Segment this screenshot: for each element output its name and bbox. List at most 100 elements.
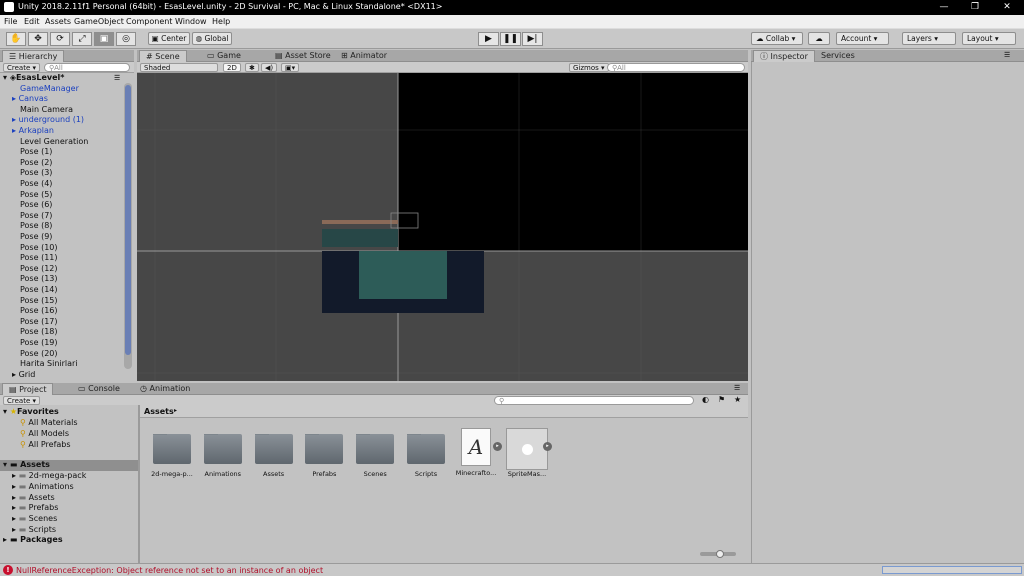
maximize-button[interactable]: ❐ bbox=[963, 0, 987, 15]
scale-tool-icon[interactable]: ⤢ bbox=[72, 32, 92, 46]
hierarchy-item-pose-5[interactable]: Pose (5) bbox=[12, 190, 52, 201]
filter-type-icon[interactable]: ◐ bbox=[702, 395, 709, 404]
fav-all-materials[interactable]: ⚲ All Materials bbox=[20, 418, 78, 429]
2d-toggle[interactable]: 2D bbox=[223, 63, 241, 72]
hierarchy-item-main-camera[interactable]: Main Camera bbox=[12, 105, 73, 116]
inspector-menu-icon[interactable]: ☰ bbox=[1004, 51, 1010, 59]
asset-font[interactable]: A Minecrafto... bbox=[452, 428, 500, 477]
layout-dropdown[interactable]: Layout ▾ bbox=[962, 32, 1016, 45]
hierarchy-item-gamemanager[interactable]: GameManager bbox=[12, 84, 79, 95]
tab-asset-store[interactable]: ▤ Asset Store bbox=[269, 50, 337, 62]
project-search-input[interactable]: ⚲ bbox=[494, 396, 694, 405]
assets-root-row[interactable]: ▾ ▬ Assets bbox=[0, 460, 138, 471]
space-toggle[interactable]: ◍ Global bbox=[192, 32, 232, 45]
hierarchy-item-underground-1[interactable]: ▸ underground (1) bbox=[12, 115, 84, 126]
hierarchy-scroll-thumb[interactable] bbox=[125, 85, 131, 355]
hierarchy-item-pose-19[interactable]: Pose (19) bbox=[12, 338, 58, 349]
hierarchy-scrollbar[interactable] bbox=[124, 83, 132, 369]
expand-asset-icon[interactable]: ▸ bbox=[493, 442, 502, 451]
hierarchy-item-pose-20[interactable]: Pose (20) bbox=[12, 349, 58, 360]
hierarchy-item-pose-14[interactable]: Pose (14) bbox=[12, 285, 58, 296]
audio-toggle-icon[interactable]: ◀) bbox=[261, 63, 278, 72]
hierarchy-item-pose-13[interactable]: Pose (13) bbox=[12, 274, 58, 285]
collab-button[interactable]: ☁ Collab ▾ bbox=[751, 32, 803, 45]
layers-dropdown[interactable]: Layers ▾ bbox=[902, 32, 956, 45]
tab-animator[interactable]: ⊞ Animator bbox=[335, 50, 393, 62]
asset-folder-scenes[interactable]: Scenes bbox=[351, 434, 399, 478]
filter-label-icon[interactable]: ⚑ bbox=[718, 395, 725, 404]
hierarchy-item-harita-sinirlari[interactable]: Harita Sinirlari bbox=[12, 359, 78, 370]
status-bar[interactable]: ! NullReferenceException: Object referen… bbox=[0, 563, 1024, 576]
asset-folder-prefabs[interactable]: Prefabs bbox=[300, 434, 348, 478]
hierarchy-item-pose-12[interactable]: Pose (12) bbox=[12, 264, 58, 275]
transform-tool-icon[interactable]: ◎ bbox=[116, 32, 136, 46]
lighting-toggle-icon[interactable]: ✱ bbox=[245, 63, 259, 72]
pivot-toggle[interactable]: ▣ Center bbox=[148, 32, 190, 45]
hierarchy-item-pose-7[interactable]: Pose (7) bbox=[12, 211, 52, 222]
project-folder-animations[interactable]: ▸ ▬ Animations bbox=[12, 482, 74, 493]
hierarchy-item-level-generation[interactable]: Level Generation bbox=[12, 137, 88, 148]
menu-file[interactable]: File bbox=[4, 17, 17, 26]
hierarchy-item-pose-16[interactable]: Pose (16) bbox=[12, 306, 58, 317]
project-menu-icon[interactable]: ☰ bbox=[734, 384, 740, 392]
hierarchy-search-input[interactable]: ⚲All bbox=[44, 63, 130, 72]
hierarchy-item-arkaplan[interactable]: ▸ Arkaplan bbox=[12, 126, 54, 137]
close-button[interactable]: ✕ bbox=[995, 0, 1019, 15]
scene-root-row[interactable]: ▾ ◈EsasLevel* bbox=[3, 73, 64, 84]
hierarchy-item-pose-10[interactable]: Pose (10) bbox=[12, 243, 58, 254]
asset-folder-assets[interactable]: Assets bbox=[250, 434, 298, 478]
icon-size-slider-thumb[interactable] bbox=[716, 550, 724, 558]
icon-size-slider[interactable] bbox=[700, 550, 736, 558]
hand-tool-icon[interactable]: ✋ bbox=[6, 32, 26, 46]
hierarchy-item-grid[interactable]: ▸ Grid bbox=[12, 370, 35, 381]
hierarchy-item-pose-18[interactable]: Pose (18) bbox=[12, 327, 58, 338]
cloud-button[interactable]: ☁ bbox=[808, 32, 830, 45]
asset-folder-scripts[interactable]: Scripts bbox=[402, 434, 450, 478]
hierarchy-item-pose-1[interactable]: Pose (1) bbox=[12, 147, 52, 158]
fav-all-models[interactable]: ⚲ All Models bbox=[20, 429, 69, 440]
project-folder-scripts[interactable]: ▸ ▬ Scripts bbox=[12, 525, 56, 536]
favorite-star-icon[interactable]: ★ bbox=[734, 395, 741, 404]
tab-services[interactable]: Services bbox=[815, 50, 861, 62]
hierarchy-item-pose-3[interactable]: Pose (3) bbox=[12, 168, 52, 179]
project-folder-scenes[interactable]: ▸ ▬ Scenes bbox=[12, 514, 57, 525]
menu-edit[interactable]: Edit bbox=[24, 17, 40, 26]
hierarchy-item-pose-17[interactable]: Pose (17) bbox=[12, 317, 58, 328]
rect-tool-icon[interactable]: ▣ bbox=[94, 32, 114, 46]
scene-viewport[interactable] bbox=[137, 73, 748, 381]
play-button[interactable]: ▶ bbox=[478, 32, 499, 46]
account-dropdown[interactable]: Account ▾ bbox=[836, 32, 889, 45]
asset-spritemask[interactable]: SpriteMas... bbox=[503, 428, 551, 478]
tab-animation[interactable]: ◷ Animation bbox=[134, 383, 196, 395]
hierarchy-item-pose-11[interactable]: Pose (11) bbox=[12, 253, 58, 264]
move-tool-icon[interactable]: ✥ bbox=[28, 32, 48, 46]
project-folder-prefabs[interactable]: ▸ ▬ Prefabs bbox=[12, 503, 58, 514]
effects-toggle-icon[interactable]: ▣▾ bbox=[281, 63, 300, 72]
project-folder-assets[interactable]: ▸ ▬ Assets bbox=[12, 493, 55, 504]
hierarchy-create-button[interactable]: Create ▾ bbox=[3, 63, 40, 72]
tab-inspector[interactable]: ⓘ Inspector bbox=[753, 50, 815, 62]
hierarchy-item-pose-4[interactable]: Pose (4) bbox=[12, 179, 52, 190]
hierarchy-item-canvas[interactable]: ▸ Canvas bbox=[12, 94, 48, 105]
favorites-row[interactable]: ▾ ★Favorites bbox=[3, 407, 59, 418]
tab-project[interactable]: ▤ Project bbox=[2, 383, 54, 395]
hierarchy-item-pose-6[interactable]: Pose (6) bbox=[12, 200, 52, 211]
tab-console[interactable]: ▭ Console bbox=[72, 383, 126, 395]
menu-window[interactable]: Window bbox=[175, 17, 207, 26]
menu-gameobject[interactable]: GameObject bbox=[74, 17, 124, 26]
scene-search-input[interactable]: ⚲All bbox=[607, 63, 745, 72]
packages-row[interactable]: ▸ ▬ Packages bbox=[3, 535, 63, 546]
breadcrumb-assets[interactable]: Assets bbox=[144, 407, 174, 416]
menu-help[interactable]: Help bbox=[212, 17, 230, 26]
step-button[interactable]: ▶| bbox=[522, 32, 543, 46]
tab-game[interactable]: ▭ Game bbox=[201, 50, 247, 62]
rotate-tool-icon[interactable]: ⟳ bbox=[50, 32, 70, 46]
shading-mode-dropdown[interactable]: Shaded bbox=[140, 63, 218, 72]
project-create-button[interactable]: Create ▾ bbox=[3, 396, 40, 405]
hierarchy-item-pose-15[interactable]: Pose (15) bbox=[12, 296, 58, 307]
asset-folder-2d-mega-p[interactable]: 2d-mega-p... bbox=[148, 434, 196, 478]
hierarchy-item-pose-9[interactable]: Pose (9) bbox=[12, 232, 52, 243]
menu-assets[interactable]: Assets bbox=[45, 17, 71, 26]
tab-hierarchy[interactable]: ☰ Hierarchy bbox=[2, 50, 65, 62]
scene-menu-icon[interactable]: ☰ bbox=[114, 74, 120, 82]
